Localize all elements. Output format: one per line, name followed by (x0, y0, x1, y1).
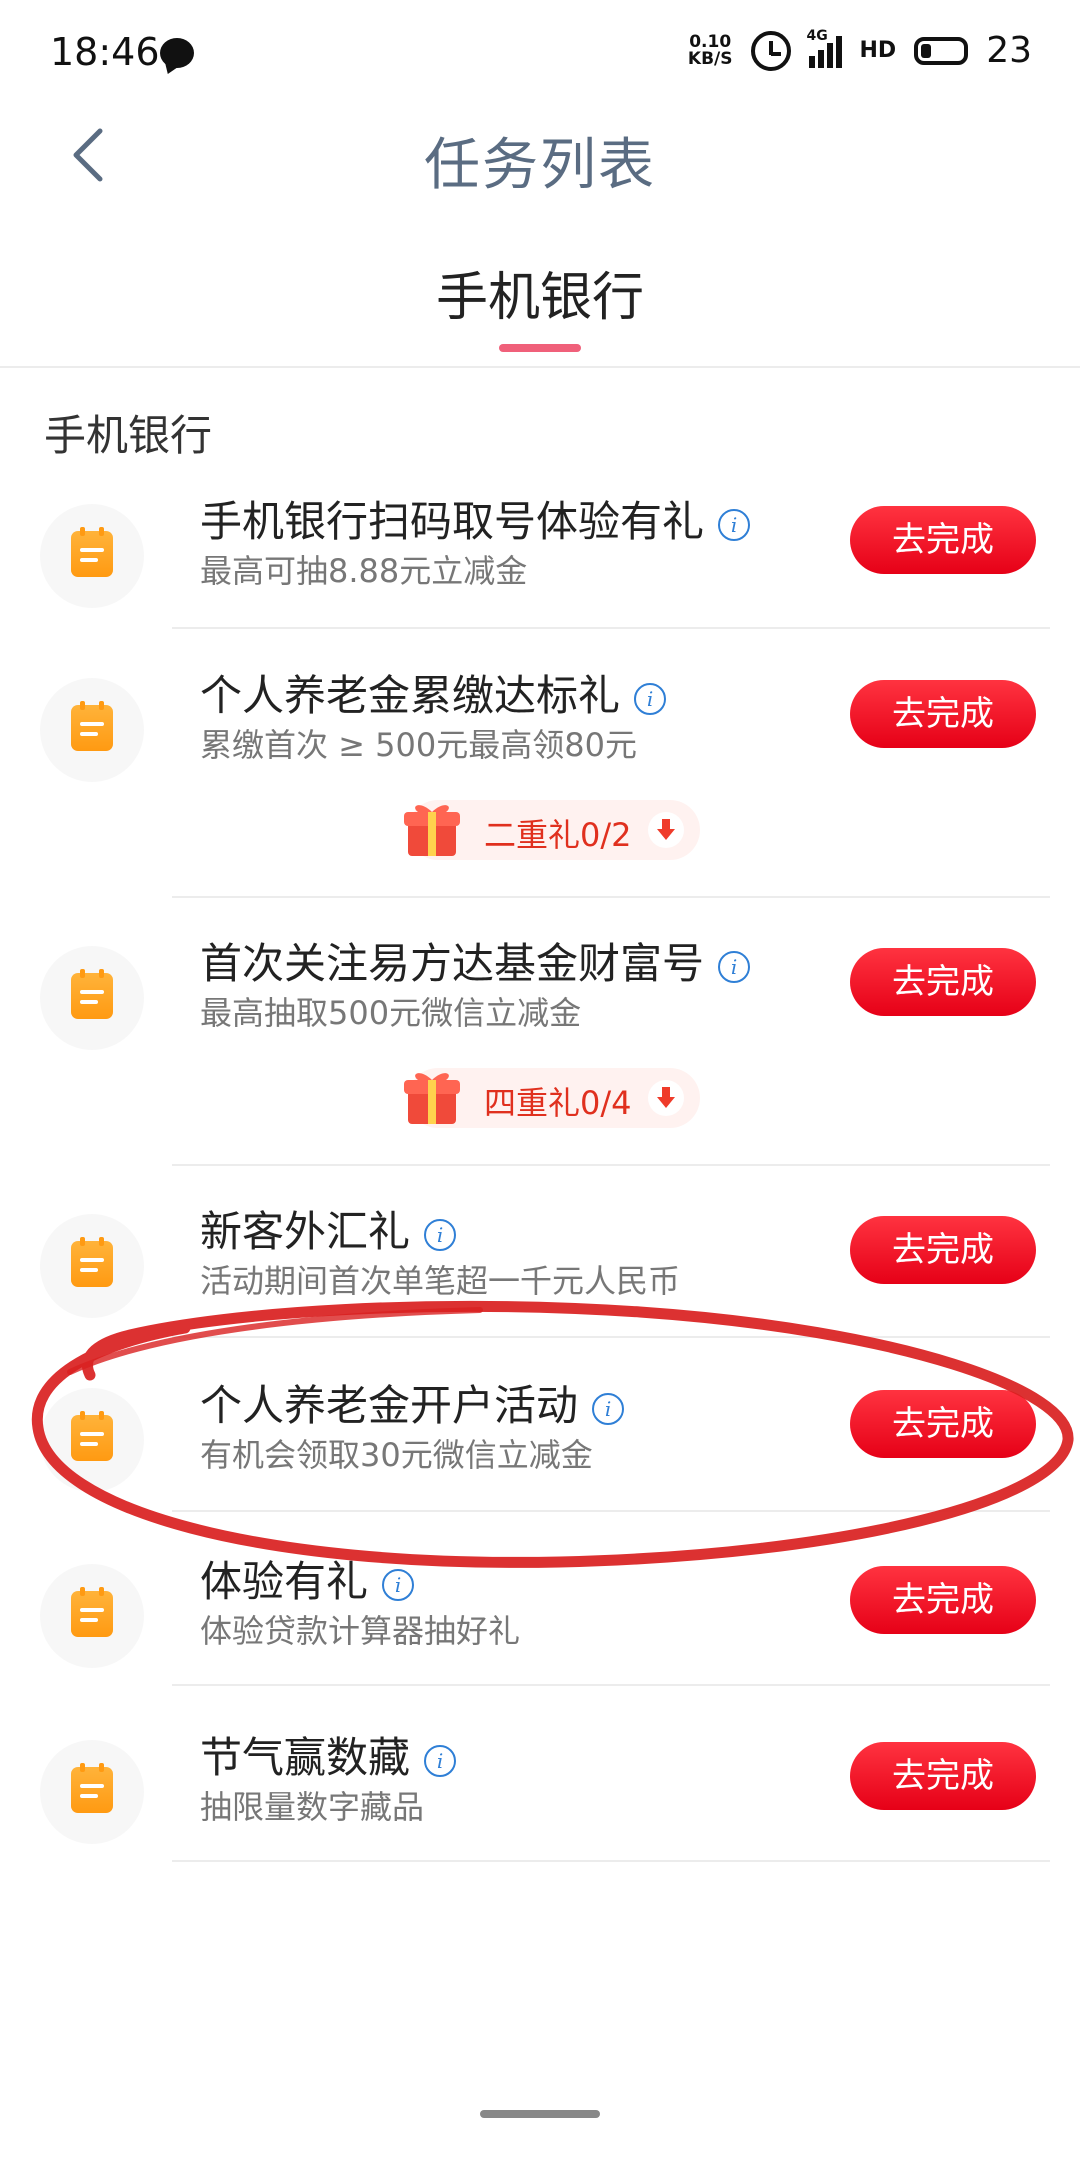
home-indicator[interactable] (480, 2110, 600, 2118)
task-subtitle: 体验贷款计算器抽好礼 (200, 1612, 521, 1650)
task-icon-bg (40, 1740, 144, 1844)
task-title-text: 首次关注易方达基金财富号 (200, 939, 705, 988)
row-divider (172, 1336, 1050, 1338)
net-speed-value: 0.10 (689, 31, 732, 52)
net-speed-unit: KB/S (687, 48, 733, 69)
battery-level: 23 (986, 30, 1032, 71)
task-title-text: 个人养老金开户活动 (200, 1381, 579, 1430)
network-type: 4G (806, 27, 828, 44)
hd-voice-icon: HD (859, 38, 897, 63)
task-title-text: 手机银行扫码取号体验有礼 (200, 497, 705, 546)
task-title: 新客外汇礼 i (200, 1198, 457, 1259)
calendar-icon (71, 1587, 113, 1637)
task-icon-bg (40, 504, 144, 608)
net-speed: 0.10 KB/S (687, 31, 733, 69)
task-subtitle: 抽限量数字藏品 (200, 1788, 425, 1826)
status-icons: 0.10 KB/S 4G HD 23 (687, 28, 1032, 72)
info-icon[interactable]: i (592, 1392, 625, 1425)
calendar-icon (71, 701, 113, 751)
row-divider (172, 1684, 1050, 1686)
task-title: 个人养老金开户活动 i (200, 1372, 625, 1433)
go-complete-button[interactable]: 去完成 (850, 1390, 1036, 1458)
task-icon-bg (40, 1564, 144, 1668)
alarm-icon (750, 30, 791, 71)
signal-icon: 4G (807, 28, 842, 68)
task-subtitle: 最高可抽8.88元立减金 (200, 552, 528, 590)
info-icon[interactable]: i (424, 1744, 457, 1777)
tab-divider (0, 366, 1080, 368)
page-title: 任务列表 (424, 133, 656, 198)
gift-progress-label: 二重礼0/2 (484, 816, 632, 854)
row-divider (172, 896, 1050, 898)
task-title-text: 体验有礼 (200, 1557, 369, 1606)
go-complete-button[interactable]: 去完成 (850, 506, 1036, 574)
gift-box-icon (404, 1073, 460, 1124)
down-arrow-icon (648, 1080, 684, 1116)
gift-progress-label: 四重礼0/4 (484, 1084, 632, 1122)
info-icon[interactable]: i (382, 1568, 415, 1601)
task-icon-bg (40, 1214, 144, 1318)
task-icon-bg (40, 946, 144, 1050)
info-icon[interactable]: i (634, 682, 667, 715)
row-divider (172, 627, 1050, 629)
task-title: 首次关注易方达基金财富号 i (200, 930, 751, 991)
calendar-icon (71, 527, 113, 577)
task-title-text: 新客外汇礼 (200, 1207, 411, 1256)
task-icon-bg (40, 678, 144, 782)
chat-notification-icon (160, 38, 194, 68)
task-title: 节气赢数藏 i (200, 1724, 457, 1785)
row-divider (172, 1510, 1050, 1512)
task-title: 手机银行扫码取号体验有礼 i (200, 488, 751, 549)
go-complete-button[interactable]: 去完成 (850, 1742, 1036, 1810)
task-subtitle: 有机会领取30元微信立减金 (200, 1436, 593, 1474)
go-complete-button[interactable]: 去完成 (850, 680, 1036, 748)
task-title-text: 节气赢数藏 (200, 1733, 411, 1782)
go-complete-button[interactable]: 去完成 (850, 1216, 1036, 1284)
status-time: 18:46 (50, 30, 160, 74)
calendar-icon (71, 1763, 113, 1813)
battery-icon (914, 36, 969, 65)
calendar-icon (71, 969, 113, 1019)
go-complete-button[interactable]: 去完成 (850, 948, 1036, 1016)
tab-mobile-banking[interactable]: 手机银行 (0, 255, 1080, 330)
gift-progress-pill[interactable]: 四重礼0/4 (404, 1068, 700, 1128)
info-icon[interactable]: i (718, 508, 751, 541)
task-title-text: 个人养老金累缴达标礼 (200, 671, 621, 720)
tab-active-indicator (499, 344, 581, 352)
section-title: 手机银行 (44, 411, 213, 460)
down-arrow-icon (648, 812, 684, 848)
go-complete-button[interactable]: 去完成 (850, 1566, 1036, 1634)
task-title: 个人养老金累缴达标礼 i (200, 662, 667, 723)
gift-progress-pill[interactable]: 二重礼0/2 (404, 800, 700, 860)
info-icon[interactable]: i (718, 950, 751, 983)
calendar-icon (71, 1411, 113, 1461)
row-divider (172, 1860, 1050, 1862)
task-subtitle: 最高抽取500元微信立减金 (200, 994, 582, 1032)
calendar-icon (71, 1237, 113, 1287)
info-icon[interactable]: i (424, 1218, 457, 1251)
gift-box-icon (404, 805, 460, 856)
task-subtitle: 活动期间首次单笔超一千元人民币 (200, 1262, 681, 1300)
task-icon-bg (40, 1388, 144, 1492)
row-divider (172, 1164, 1050, 1166)
task-title: 体验有礼 i (200, 1548, 415, 1609)
task-subtitle: 累缴首次 ≥ 500元最高领80元 (200, 726, 637, 764)
status-bar: 18:46 0.10 KB/S 4G HD 23 (0, 0, 1080, 110)
